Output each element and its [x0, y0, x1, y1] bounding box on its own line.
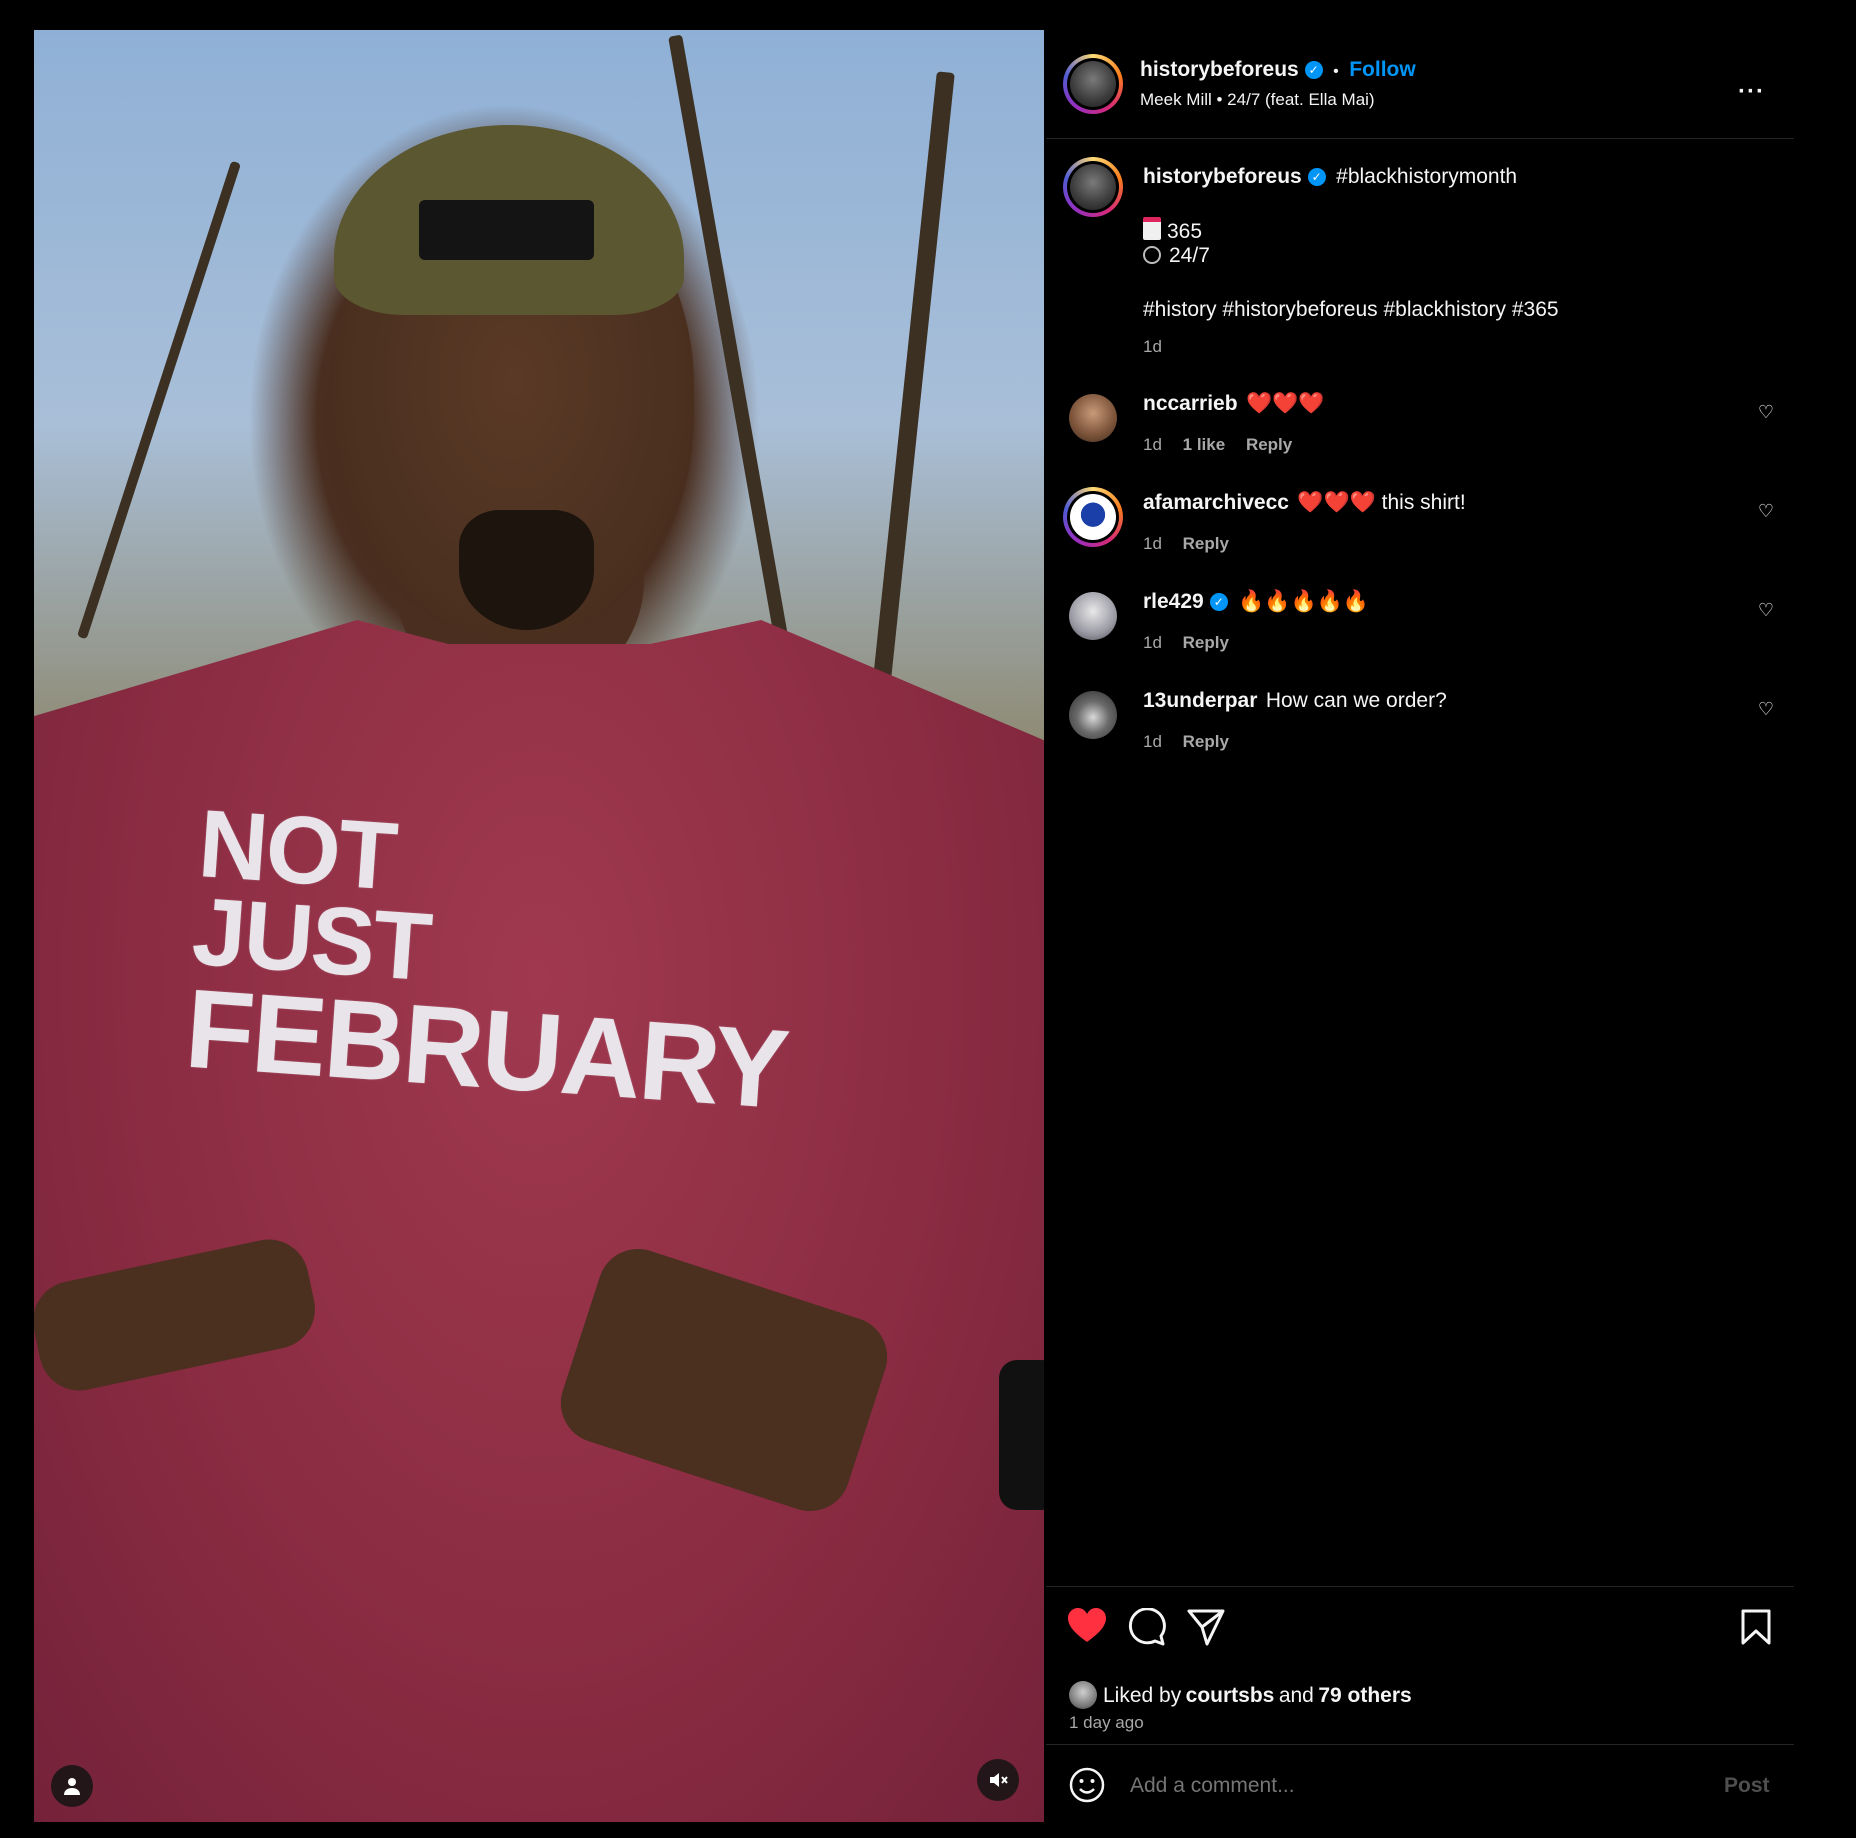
shirt-print: NOT JUST FEBRUARY [182, 790, 802, 1132]
comment-text: How can we order? [1265, 689, 1447, 712]
comment-username[interactable]: rle429 [1143, 590, 1204, 613]
comment-like-heart-icon[interactable]: ♡ [1758, 600, 1774, 621]
person-shirt [34, 620, 1044, 1822]
header-divider [1046, 138, 1794, 139]
comment-username[interactable]: 13underpar [1143, 689, 1257, 712]
cap-strap [419, 200, 594, 260]
comment-icon[interactable] [1128, 1607, 1166, 1651]
comment-time: 1d [1143, 534, 1162, 553]
post-time: 1 day ago [1069, 1713, 1144, 1732]
comment-username[interactable]: nccarrieb [1143, 392, 1238, 415]
caption-365-line: 365 [1143, 217, 1202, 244]
verified-badge-icon: ✓ [1307, 168, 1326, 186]
commenter-avatar[interactable] [1069, 394, 1117, 442]
comment-input[interactable] [1128, 1765, 1612, 1807]
person-goatee [459, 510, 594, 630]
caption-avatar[interactable] [1063, 157, 1123, 217]
liked-others[interactable]: 79 others [1318, 1684, 1411, 1707]
comment-body: afamarchivecc ❤️❤️❤️ this shirt! [1143, 491, 1466, 515]
caption-365: 365 [1167, 220, 1203, 243]
follow-button[interactable]: Follow [1349, 58, 1416, 81]
commenter-avatar[interactable] [1069, 592, 1117, 640]
verified-badge-icon: ✓ [1304, 61, 1323, 79]
comment-likes[interactable]: 1 like [1183, 435, 1226, 454]
author-username[interactable]: historybeforeus [1140, 58, 1299, 81]
composer-divider [1046, 1744, 1794, 1745]
liker-avatar[interactable] [1069, 1681, 1097, 1709]
audio-track[interactable]: Meek Mill • 24/7 (feat. Ella Mai) [1140, 90, 1375, 110]
comment-like-heart-icon[interactable]: ♡ [1758, 699, 1774, 720]
liked-user[interactable]: courtsbs [1186, 1684, 1275, 1707]
post-media[interactable]: NOT JUST FEBRUARY [34, 30, 1044, 1822]
post-button[interactable]: Post [1724, 1774, 1770, 1798]
actions-divider [1046, 1586, 1794, 1587]
caption-hashtag[interactable]: #blackhistorymonth [1336, 165, 1517, 188]
comment-body: 13underpar How can we order? [1143, 689, 1447, 713]
comment-meta: 1d 1 like Reply [1143, 435, 1292, 455]
comment-username[interactable]: afamarchivecc [1143, 491, 1289, 514]
author-avatar[interactable] [1063, 54, 1123, 114]
post-header: historybeforeus ✓ • Follow [1140, 58, 1416, 82]
smiley-icon[interactable] [1069, 1767, 1105, 1808]
tree-branch [76, 160, 242, 640]
comment-like-heart-icon[interactable]: ♡ [1758, 402, 1774, 423]
comment-reply-button[interactable]: Reply [1183, 534, 1229, 553]
likes-summary: Liked by courtsbs and 79 others [1069, 1681, 1412, 1709]
comment-text: ❤️❤️❤️ [1246, 392, 1325, 415]
comment-text: 🔥🔥🔥🔥🔥 [1238, 590, 1369, 613]
comment-time: 1d [1143, 732, 1162, 751]
comment-like-heart-icon[interactable]: ♡ [1758, 501, 1774, 522]
comment-reply-button[interactable]: Reply [1183, 633, 1229, 652]
bookmark-icon[interactable] [1740, 1608, 1772, 1651]
clock-icon [1143, 246, 1161, 264]
comment-time: 1d [1143, 633, 1162, 652]
comment-meta: 1d Reply [1143, 633, 1229, 653]
heart-filled-icon[interactable] [1067, 1608, 1107, 1649]
caption-247-line: 24/7 [1143, 244, 1210, 268]
header-separator: • [1333, 63, 1339, 80]
wristwatch [999, 1360, 1044, 1510]
caption-first-line: historybeforeus ✓ #blackhistorymonth [1143, 165, 1517, 189]
caption-username[interactable]: historybeforeus [1143, 165, 1302, 188]
comment-meta: 1d Reply [1143, 732, 1229, 752]
commenter-avatar[interactable] [1063, 487, 1123, 547]
comment-text: ❤️❤️❤️ this shirt! [1297, 491, 1466, 514]
liked-prefix: Liked by [1103, 1684, 1182, 1707]
calendar-icon [1143, 217, 1161, 240]
comment-time: 1d [1143, 435, 1162, 454]
comment-reply-button[interactable]: Reply [1246, 435, 1292, 454]
comment-reply-button[interactable]: Reply [1183, 732, 1229, 751]
liked-and: and [1278, 1684, 1314, 1707]
person-icon[interactable] [51, 1765, 93, 1807]
comment-meta: 1d Reply [1143, 534, 1229, 554]
caption-hashtags[interactable]: #history #historybeforeus #blackhistory … [1143, 298, 1559, 322]
comment-body: rle429 ✓ 🔥🔥🔥🔥🔥 [1143, 590, 1369, 614]
speaker-muted-icon[interactable] [977, 1759, 1019, 1801]
more-options-icon[interactable]: ··· [1738, 78, 1765, 106]
comment-body: nccarrieb ❤️❤️❤️ [1143, 392, 1324, 416]
paper-plane-icon[interactable] [1187, 1608, 1225, 1651]
verified-badge-icon: ✓ [1209, 593, 1228, 611]
caption-time: 1d [1143, 337, 1162, 356]
post-details-panel: historybeforeus ✓ • Follow Meek Mill • 24… [1046, 30, 1794, 1822]
caption-247: 24/7 [1169, 244, 1210, 267]
commenter-avatar[interactable] [1069, 691, 1117, 739]
